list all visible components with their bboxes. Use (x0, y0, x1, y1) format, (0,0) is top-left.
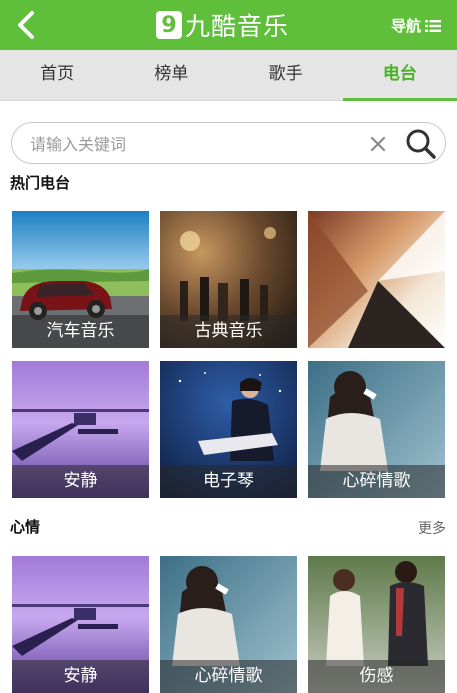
search-icon[interactable] (404, 127, 438, 161)
radio-card-quiet[interactable]: 安静 (12, 361, 149, 498)
search-bar (11, 122, 446, 164)
radio-card-electronic-keyboard[interactable]: 电子琴 (160, 361, 297, 498)
mood-card-quiet[interactable]: 安静 (12, 556, 149, 693)
section-title-mood: 心情 (10, 518, 41, 536)
clear-icon[interactable] (368, 134, 388, 154)
tab-home[interactable]: 首页 (0, 50, 114, 100)
mood-card-label: 安静 (12, 660, 149, 693)
radio-card-heartbreak-songs[interactable]: 心碎情歌 (308, 361, 445, 498)
radio-card-car-music[interactable]: 汽车音乐 (12, 211, 149, 348)
tab-bar: 首页 榜单 歌手 电台 (0, 50, 457, 101)
search-input[interactable] (30, 132, 360, 156)
radio-card-label: 汽车音乐 (12, 315, 149, 348)
radio-card-label: 安静 (12, 465, 149, 498)
radio-card-label: 心碎情歌 (308, 465, 445, 498)
tab-singers[interactable]: 歌手 (229, 50, 343, 100)
back-arrow-icon (18, 11, 34, 39)
abstract-cover-image (308, 211, 445, 348)
mood-card-sad[interactable]: 伤感 (308, 556, 445, 693)
menu-list-icon (425, 19, 441, 32)
back-button[interactable] (10, 8, 44, 42)
radio-card-classical-music[interactable]: 古典音乐 (160, 211, 297, 348)
navigation-button[interactable]: 导航 (391, 15, 441, 36)
app-header: 9 九酷音乐 导航 (0, 0, 457, 50)
mood-card-heartbreak-songs[interactable]: 心碎情歌 (160, 556, 297, 693)
logo-text: 九酷音乐 (185, 12, 290, 41)
mood-card-label: 伤感 (308, 660, 445, 693)
radio-card-label: 电子琴 (160, 465, 297, 498)
navigation-label: 导航 (390, 17, 421, 35)
mood-card-label: 心碎情歌 (160, 660, 297, 693)
radio-card-abstract[interactable] (308, 211, 445, 348)
radio-card-label: 古典音乐 (160, 315, 297, 348)
more-link[interactable]: 更多 (418, 518, 446, 538)
tab-radio[interactable]: 电台 (342, 50, 457, 101)
logo-mark: 9 (156, 11, 182, 39)
app-logo[interactable]: 9 九酷音乐 (156, 9, 289, 41)
section-title-hot-radio: 热门电台 (10, 174, 71, 192)
tab-charts[interactable]: 榜单 (114, 50, 228, 100)
